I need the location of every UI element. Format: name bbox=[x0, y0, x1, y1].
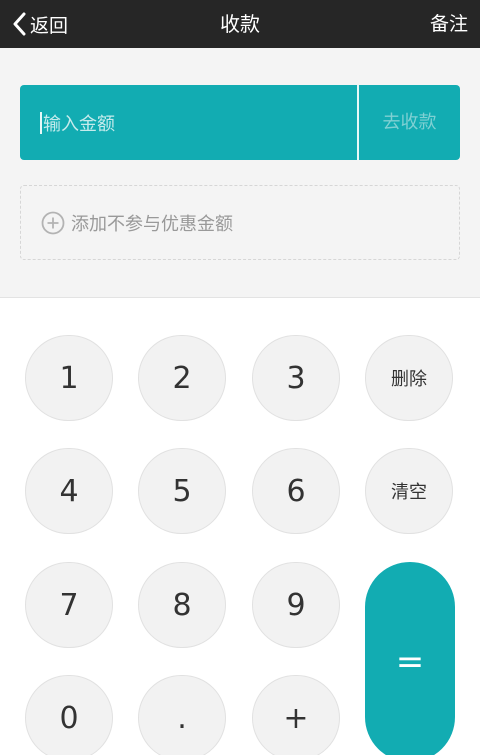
delete-button[interactable]: 删除 bbox=[365, 335, 453, 421]
key-1[interactable]: 1 bbox=[25, 335, 113, 421]
number-keypad: 1 2 3 删除 4 5 6 清空 7 8 9 = 0 . + bbox=[0, 298, 480, 755]
key-dot[interactable]: . bbox=[138, 675, 226, 755]
page-title: 收款 bbox=[220, 12, 260, 36]
amount-input[interactable]: 输入金额 bbox=[20, 85, 357, 160]
amount-box: 输入金额 去收款 bbox=[20, 85, 460, 160]
key-0[interactable]: 0 bbox=[25, 675, 113, 755]
key-8[interactable]: 8 bbox=[138, 562, 226, 648]
plus-circle-icon bbox=[41, 211, 71, 235]
add-discount-exempt-button[interactable]: 添加不参与优惠金额 bbox=[20, 185, 460, 260]
key-9[interactable]: 9 bbox=[252, 562, 340, 648]
input-area: 输入金额 去收款 添加不参与优惠金额 bbox=[0, 48, 480, 298]
note-button[interactable]: 备注 bbox=[430, 0, 468, 48]
top-bar: 返回 收款 备注 bbox=[0, 0, 480, 48]
clear-button[interactable]: 清空 bbox=[365, 448, 453, 534]
amount-placeholder: 输入金额 bbox=[43, 113, 115, 135]
key-5[interactable]: 5 bbox=[138, 448, 226, 534]
key-2[interactable]: 2 bbox=[138, 335, 226, 421]
key-3[interactable]: 3 bbox=[252, 335, 340, 421]
key-plus[interactable]: + bbox=[252, 675, 340, 755]
key-4[interactable]: 4 bbox=[25, 448, 113, 534]
collect-button[interactable]: 去收款 bbox=[359, 85, 460, 160]
text-caret bbox=[40, 111, 42, 134]
key-7[interactable]: 7 bbox=[25, 562, 113, 648]
key-6[interactable]: 6 bbox=[252, 448, 340, 534]
discount-exempt-label: 添加不参与优惠金额 bbox=[71, 213, 233, 235]
equals-button[interactable]: = bbox=[365, 562, 455, 755]
